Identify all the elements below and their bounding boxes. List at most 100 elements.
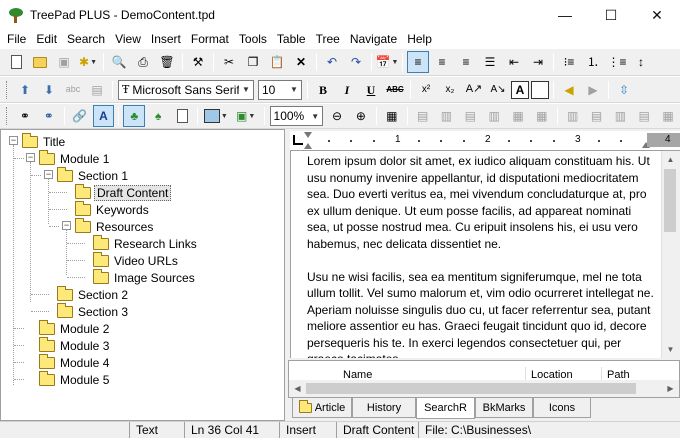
up-down-arrows-icon[interactable]: ⇳ xyxy=(613,79,635,101)
table-delete-col-icon[interactable]: ▥ xyxy=(483,105,505,127)
table-split-icon[interactable]: ▦ xyxy=(531,105,553,127)
tree-node-module-4[interactable]: Module 4 xyxy=(39,353,111,371)
align-left-icon[interactable]: ≡ xyxy=(407,51,429,73)
find-next-icon[interactable]: ⚭ xyxy=(38,105,60,127)
menu-view[interactable]: View xyxy=(110,30,146,48)
copy-icon[interactable]: ❐ xyxy=(242,51,264,73)
open-folder-icon[interactable] xyxy=(29,51,51,73)
hyperlink-icon[interactable]: 🔗 xyxy=(69,105,91,127)
table-merge-icon[interactable]: ▦ xyxy=(507,105,529,127)
numbered-list-icon[interactable]: ⒈ xyxy=(582,51,604,73)
menu-help[interactable]: Help xyxy=(402,30,437,48)
list-style-icon[interactable]: ⋮≡ xyxy=(606,51,628,73)
menu-navigate[interactable]: Navigate xyxy=(345,30,402,48)
tab-article[interactable]: Article xyxy=(292,398,352,418)
align-center-icon[interactable]: ≡ xyxy=(431,51,453,73)
menu-search[interactable]: Search xyxy=(62,30,110,48)
subscript-button[interactable]: x₂ xyxy=(439,79,461,101)
tree-node-draft-content[interactable]: Draft Content xyxy=(75,183,172,201)
delete-icon[interactable]: ✕ xyxy=(290,51,312,73)
indent-icon[interactable]: ⇥ xyxy=(527,51,549,73)
tree-node-module-2[interactable]: Module 2 xyxy=(39,319,111,337)
tree-only-icon[interactable]: ♠ xyxy=(147,105,169,127)
forward-arrow-icon[interactable]: ▶ xyxy=(582,79,604,101)
tab-search[interactable]: SearchR xyxy=(416,398,475,419)
justify-icon[interactable]: ☰ xyxy=(479,51,501,73)
bullet-list-icon[interactable]: ⁝≡ xyxy=(558,51,580,73)
table-insert-col-icon[interactable]: ▥ xyxy=(436,105,458,127)
tree-node-section-3[interactable]: Section 3 xyxy=(57,302,130,320)
close-button[interactable]: ✕ xyxy=(634,0,680,30)
save-icon[interactable]: ▣ xyxy=(53,51,75,73)
paste-icon[interactable]: 📋 xyxy=(266,51,288,73)
menu-insert[interactable]: Insert xyxy=(146,30,186,48)
tree-node-section-2[interactable]: Section 2 xyxy=(57,285,130,303)
font-color-button[interactable]: A xyxy=(511,80,529,99)
insert-table-icon[interactable]: ▦ xyxy=(381,105,403,127)
menu-tools[interactable]: Tools xyxy=(234,30,272,48)
tools-icon[interactable]: ⚒ xyxy=(187,51,209,73)
menu-edit[interactable]: Edit xyxy=(31,30,62,48)
font-name-select[interactable]: Ŧ Microsoft Sans Serif ▼ xyxy=(118,79,254,100)
collapse-icon[interactable]: − xyxy=(9,136,18,145)
table-props-icon[interactable]: ▥ xyxy=(562,105,584,127)
article-editor[interactable]: Lorem ipsum dolor sit amet, ex iudico al… xyxy=(290,151,661,358)
tree-node-section-1[interactable]: Section 1 xyxy=(57,166,130,184)
zoom-out-icon[interactable]: ⊖ xyxy=(326,105,348,127)
menu-format[interactable]: Format xyxy=(186,30,234,48)
scroll-left-icon[interactable]: ◀ xyxy=(289,380,306,397)
table-borders-icon[interactable]: ▤ xyxy=(586,105,608,127)
find-binoculars-icon[interactable]: ⚭ xyxy=(14,105,36,127)
table-more-icon[interactable]: ▦ xyxy=(657,105,679,127)
strikethrough-button[interactable]: ABC xyxy=(384,79,406,101)
insert-image-icon[interactable]: ▼ xyxy=(202,105,230,127)
new-file-icon[interactable] xyxy=(5,51,27,73)
insert-date-icon[interactable]: 📅 ▼ xyxy=(376,51,399,73)
tree-view-icon[interactable]: ♣ xyxy=(123,105,146,127)
tree-node-module-5[interactable]: Module 5 xyxy=(39,370,111,388)
underline-button[interactable]: U xyxy=(360,79,382,101)
highlight-color-button[interactable] xyxy=(531,80,549,99)
move-node-up-icon[interactable]: ⬆ xyxy=(14,79,36,101)
italic-button[interactable]: I xyxy=(336,79,358,101)
cut-icon[interactable]: ✂ xyxy=(218,51,240,73)
undo-icon[interactable]: ↶ xyxy=(321,51,343,73)
tab-icons[interactable]: Icons xyxy=(533,398,591,418)
collapse-icon[interactable]: − xyxy=(62,221,71,230)
tab-bookmarks[interactable]: BkMarks xyxy=(475,398,533,418)
outdent-icon[interactable]: ⇤ xyxy=(503,51,525,73)
tree-node-image-sources[interactable]: Image Sources xyxy=(93,268,197,286)
menu-tree[interactable]: Tree xyxy=(311,30,345,48)
scroll-down-icon[interactable]: ▼ xyxy=(662,341,679,358)
scroll-thumb[interactable] xyxy=(306,383,636,394)
table-delete-row-icon[interactable]: ▤ xyxy=(459,105,481,127)
tree-node-research-links[interactable]: Research Links xyxy=(93,234,199,252)
font-style-icon[interactable]: A xyxy=(92,105,115,127)
collapse-icon[interactable]: − xyxy=(26,153,35,162)
shrink-font-icon[interactable]: A↘ xyxy=(487,79,509,101)
menu-table[interactable]: Table xyxy=(272,30,311,48)
print-icon[interactable]: ⎙ xyxy=(132,51,154,73)
tab-history[interactable]: History xyxy=(352,398,416,418)
thesaurus-icon[interactable]: ▤ xyxy=(86,79,108,101)
horizontal-scrollbar[interactable]: ◀ ▶ xyxy=(289,380,679,397)
zoom-select[interactable]: 100% ▼ xyxy=(269,106,324,126)
tree-node-video-urls[interactable]: Video URLs xyxy=(93,251,180,269)
left-indent-marker[interactable] xyxy=(304,132,312,138)
move-node-down-icon[interactable]: ⬇ xyxy=(38,79,60,101)
tab-stop-selector[interactable] xyxy=(293,135,303,145)
article-only-icon[interactable] xyxy=(171,105,193,127)
maximize-button[interactable]: ☐ xyxy=(588,0,634,30)
back-arrow-icon[interactable]: ◀ xyxy=(558,79,580,101)
search-results-panel[interactable]: Name Location Path ◀ ▶ xyxy=(288,360,680,398)
tree-node-module-3[interactable]: Module 3 xyxy=(39,336,111,354)
minimize-button[interactable]: — xyxy=(542,0,588,30)
menu-file[interactable]: File xyxy=(2,30,31,48)
superscript-button[interactable]: x² xyxy=(415,79,437,101)
tree-node-keywords[interactable]: Keywords xyxy=(75,200,151,218)
tree-node-resources[interactable]: Resources xyxy=(75,217,155,235)
zoom-in-icon[interactable]: ⊕ xyxy=(350,105,372,127)
tree-node-title[interactable]: Title xyxy=(22,132,67,150)
redo-icon[interactable]: ↷ xyxy=(345,51,367,73)
table-insert-row-icon[interactable]: ▤ xyxy=(412,105,434,127)
